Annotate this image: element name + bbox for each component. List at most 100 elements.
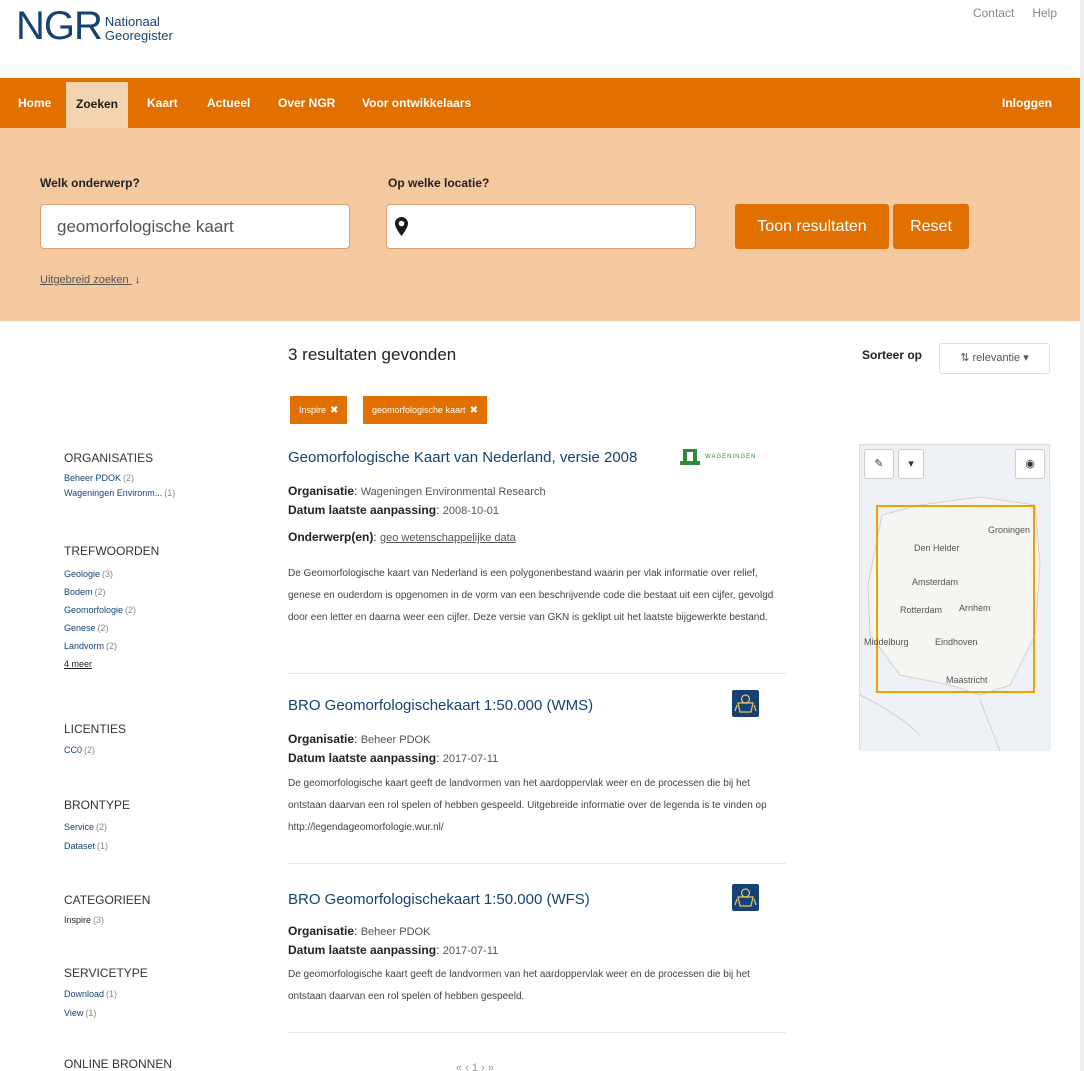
results-count: 3 resultaten gevonden [288, 345, 457, 364]
help-link[interactable]: Help [1032, 6, 1057, 20]
map-label: Den Helder [914, 543, 960, 553]
wageningen-logo-text: WAGENINGEN [705, 454, 757, 460]
draw-tool-button[interactable]: ✎ [864, 449, 894, 479]
wageningen-logo-icon [680, 449, 700, 465]
facet-item[interactable]: Wageningen Environm... (1) [64, 488, 175, 498]
meta-label: Organisatie [288, 484, 355, 498]
advanced-search-link[interactable]: Uitgebreid zoeken ↓ [40, 274, 140, 286]
logo-line2: Georegister [104, 28, 173, 43]
caret-down-icon: ▾ [908, 458, 914, 470]
meta-value: Beheer PDOK [360, 734, 431, 746]
result-organisation: Organisatie: Wageningen Environmental Re… [288, 484, 546, 498]
result-title[interactable]: BRO Geomorfologischekaart 1:50.000 (WMS) [288, 697, 593, 714]
facet-count: (3) [93, 915, 105, 925]
facet-label: Service [64, 822, 95, 832]
map-label: Groningen [988, 525, 1031, 535]
facet-label: Dataset [64, 841, 96, 851]
location-target-icon: ◉ [1025, 458, 1035, 470]
location-label: Op welke locatie? [388, 176, 490, 190]
filter-tag-label: geomorfologische kaart [372, 405, 466, 415]
pagination[interactable]: « ‹ 1 › » [456, 1062, 494, 1071]
caret-down-icon: ▾ [1023, 352, 1029, 364]
top-links: Contact Help [973, 6, 1057, 20]
nav-actueel[interactable]: Actueel [207, 78, 250, 128]
remove-icon[interactable]: ✖ [470, 405, 478, 416]
facet-item[interactable]: CC0 (2) [64, 745, 95, 755]
facet-item[interactable]: Dataset (1) [64, 841, 108, 851]
map-marker-icon [395, 217, 408, 236]
remove-icon[interactable]: ✖ [330, 405, 338, 416]
nav-zoeken[interactable]: Zoeken [66, 82, 129, 128]
facet-item[interactable]: Inspire (3) [64, 915, 104, 925]
contact-link[interactable]: Contact [973, 6, 1014, 20]
login-link[interactable]: Inloggen [1002, 78, 1052, 128]
facet-label: Beheer PDOK [64, 473, 122, 483]
facet-count: (1) [106, 989, 118, 999]
nav-voor-ontwikkelaars[interactable]: Voor ontwikkelaars [362, 78, 471, 128]
subject-link[interactable]: geo wetenschappelijke data [380, 532, 516, 544]
map-label: Amsterdam [912, 577, 959, 587]
nav-kaart[interactable]: Kaart [147, 78, 178, 128]
subject-label: Welk onderwerp? [40, 176, 140, 190]
result-date: Datum laatste aanpassing: 2017-07-11 [288, 943, 499, 957]
sort-dropdown[interactable]: ⇅ relevantie ▾ [939, 343, 1050, 374]
result-organisation: Organisatie: Beheer PDOK [288, 924, 431, 938]
facet-count: (2) [96, 822, 108, 832]
facet-label: Genese [64, 623, 96, 633]
reset-button[interactable]: Reset [893, 204, 969, 249]
facet-label: Wageningen Environm... [64, 488, 163, 498]
logo-line1: Nationaal [104, 14, 160, 29]
result-subject: Onderwerp(en): geo wetenschappelijke dat… [288, 530, 516, 544]
facet-title-brontype: BRONTYPE [64, 798, 131, 812]
map-label: Eindhoven [935, 637, 978, 647]
result-description: De geomorfologische kaart geeft de landv… [288, 969, 750, 1002]
logo-acronym: NGR [16, 4, 103, 48]
result-title[interactable]: BRO Geomorfologischekaart 1:50.000 (WFS) [288, 891, 590, 908]
rijksoverheid-crest-icon [732, 884, 759, 911]
facet-item[interactable]: Bodem (2) [64, 587, 106, 597]
meta-value: 2008-10-01 [442, 505, 500, 517]
site-header: NGR Nationaal Georegister Contact Help [0, 0, 1084, 72]
ngr-logo[interactable]: NGR Nationaal Georegister [16, 6, 173, 46]
facet-item[interactable]: View (1) [64, 1008, 96, 1018]
search-panel: Welk onderwerp? geomorfologische kaart O… [0, 128, 1084, 321]
nav-over-ngr[interactable]: Over NGR [278, 78, 335, 128]
facet-item[interactable]: Geologie (3) [64, 569, 113, 579]
show-results-button[interactable]: Toon resultaten [735, 204, 889, 249]
rijksoverheid-crest-icon [732, 690, 759, 717]
filter-tag-inspire[interactable]: Inspire ✖ [290, 396, 348, 424]
result-divider [288, 1032, 786, 1033]
meta-value: 2017-07-11 [442, 945, 499, 957]
facet-title-trefwoorden: TREFWOORDEN [64, 544, 160, 558]
result-title[interactable]: Geomorfologische Kaart van Nederland, ve… [288, 449, 637, 466]
facet-item[interactable]: Landvorm (2) [64, 641, 117, 651]
nav-home[interactable]: Home [18, 78, 51, 128]
facet-item[interactable]: Genese (2) [64, 623, 109, 633]
draw-tool-dropdown[interactable]: ▾ [898, 449, 924, 479]
facet-item[interactable]: Download (1) [64, 989, 117, 999]
page-scrollbar[interactable] [1080, 0, 1084, 1071]
location-map[interactable]: ✎ ▾ ◉ Groningen Den Helder Amsterdam Rot… [859, 444, 1051, 751]
facet-count: (1) [97, 841, 109, 851]
facet-item[interactable]: Geomorfologie (2) [64, 605, 136, 615]
facet-label: Bodem [64, 587, 93, 597]
facet-title-organisaties: ORGANISATIES [64, 451, 154, 465]
facet-item[interactable]: Beheer PDOK (2) [64, 473, 134, 483]
result-description: De geomorfologische kaart geeft de landv… [288, 778, 767, 833]
filter-tag-query[interactable]: geomorfologische kaart ✖ [363, 396, 487, 424]
result-organisation: Organisatie: Beheer PDOK [288, 732, 431, 746]
meta-label: Datum laatste aanpassing [288, 943, 437, 957]
result-date: Datum laatste aanpassing: 2017-07-11 [288, 751, 499, 765]
facet-title-licenties: LICENTIES [64, 722, 127, 736]
map-label: Arnhem [959, 603, 991, 613]
facet-title-categorieen: CATEGORIEEN [64, 893, 151, 907]
sort-value: relevantie [972, 352, 1021, 364]
locate-button[interactable]: ◉ [1015, 449, 1045, 479]
facet-item[interactable]: Service (2) [64, 822, 107, 832]
subject-input[interactable]: geomorfologische kaart [40, 204, 350, 249]
facet-more-link[interactable]: 4 meer [64, 659, 92, 669]
location-input[interactable] [386, 204, 696, 249]
facet-count: (2) [106, 641, 118, 651]
result-date: Datum laatste aanpassing: 2008-10-01 [288, 503, 500, 517]
facet-count: (2) [97, 623, 109, 633]
